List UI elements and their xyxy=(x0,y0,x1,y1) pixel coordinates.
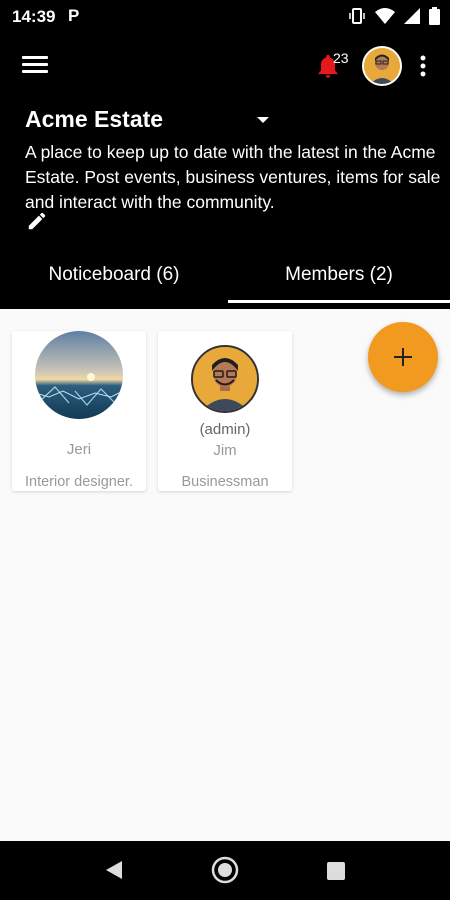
edit-pencil-icon[interactable] xyxy=(26,210,48,232)
recent-apps-icon[interactable] xyxy=(326,861,346,881)
group-description: A place to keep up to date with the late… xyxy=(25,142,441,212)
member-role-admin: (admin) xyxy=(199,421,251,438)
parking-notification-icon: P xyxy=(68,6,80,25)
member-avatar xyxy=(35,331,123,419)
home-icon[interactable] xyxy=(210,855,240,885)
signal-icon xyxy=(404,8,420,24)
tab-noticeboard[interactable]: Noticeboard (6) xyxy=(0,264,228,308)
avatar-illustration xyxy=(364,48,400,84)
notification-count-badge: 23 xyxy=(333,50,349,66)
frozen-landscape-photo xyxy=(35,331,123,419)
status-icons xyxy=(348,7,440,25)
man-illustration xyxy=(193,347,257,411)
member-name: Jim xyxy=(213,442,237,459)
group-dropdown-icon[interactable] xyxy=(255,115,271,125)
member-occupation: Interior designer. xyxy=(24,474,133,490)
member-card[interactable]: Jeri Interior designer. xyxy=(12,331,146,491)
battery-icon xyxy=(429,7,440,25)
back-icon[interactable] xyxy=(103,859,125,881)
active-tab-indicator xyxy=(228,300,450,303)
plus-icon xyxy=(394,348,412,366)
system-nav-bar xyxy=(0,841,450,900)
member-avatar xyxy=(191,345,259,413)
status-bar: 14:39 P xyxy=(0,0,450,34)
user-avatar[interactable] xyxy=(362,46,402,86)
member-name: Jeri xyxy=(66,441,92,458)
member-card[interactable]: (admin) Jim Businessman xyxy=(158,331,292,491)
more-options-icon[interactable] xyxy=(416,54,430,78)
wifi-icon xyxy=(375,8,395,24)
add-member-button[interactable] xyxy=(368,322,438,392)
status-time: 14:39 xyxy=(12,7,56,26)
vibrate-icon xyxy=(349,8,365,24)
group-title[interactable]: Acme Estate xyxy=(25,106,163,133)
hamburger-menu-icon[interactable] xyxy=(22,54,50,76)
member-occupation: Businessman xyxy=(181,474,269,490)
group-header: 23 Acme Estate A place to keep up to dat… xyxy=(0,34,450,309)
